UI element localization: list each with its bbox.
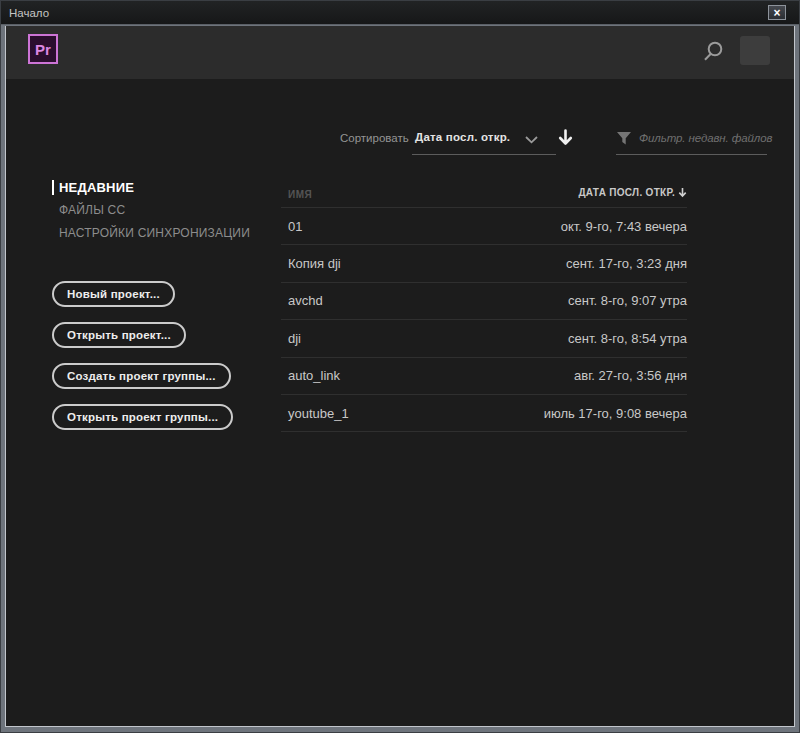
table-header: ИМЯ ДАТА ПОСЛ. ОТКР.: [281, 181, 687, 208]
close-button[interactable]: ×: [768, 5, 786, 20]
sort-dropdown-underline: [412, 154, 556, 155]
file-name: dji: [288, 331, 301, 346]
file-date: окт. 9-го, 7:43 вечера: [561, 219, 687, 234]
file-name: 01: [288, 219, 302, 234]
sort-dropdown[interactable]: Дата посл. откр.: [415, 131, 510, 143]
table-row[interactable]: 01 окт. 9-го, 7:43 вечера: [281, 208, 687, 245]
close-icon: ×: [773, 7, 780, 19]
project-button[interactable]: Создать проект группы...: [52, 363, 231, 389]
file-name: avchd: [288, 293, 323, 308]
column-header-date[interactable]: ДАТА ПОСЛ. ОТКР.: [578, 187, 687, 198]
search-icon[interactable]: [702, 40, 724, 64]
start-window: Начало × Pr Сортировать Дата посл. откр.: [0, 0, 800, 733]
sidebar-item[interactable]: НАСТРОЙКИ СИНХРОНИЗАЦИИ: [52, 222, 250, 245]
sidebar-nav: НЕДАВНИЕ ФАЙЛЫ CC НАСТРОЙКИ СИНХРОНИЗАЦИ…: [52, 176, 250, 245]
sort-arrow-down-icon: [678, 187, 687, 198]
recent-files-table: ИМЯ ДАТА ПОСЛ. ОТКР. 01 окт. 9-го, 7:43 …: [281, 181, 687, 432]
filter-input-underline: [616, 154, 767, 155]
project-button[interactable]: Открыть проект группы...: [52, 404, 233, 430]
chevron-down-icon[interactable]: [525, 136, 538, 144]
project-button[interactable]: Новый проект...: [52, 281, 175, 307]
window-content: Pr Сортировать Дата посл. откр. Фильтр. …: [5, 26, 795, 727]
filter-input[interactable]: Фильтр. недавн. файлов: [639, 132, 772, 144]
column-header-date-label: ДАТА ПОСЛ. ОТКР.: [578, 187, 675, 198]
premiere-logo-icon: Pr: [28, 34, 58, 64]
project-button[interactable]: Открыть проект...: [52, 322, 186, 348]
file-name: auto_link: [288, 368, 340, 383]
file-date: сент. 8-го, 9:07 утра: [568, 293, 687, 308]
app-header: Pr: [6, 26, 794, 79]
table-body: 01 окт. 9-го, 7:43 вечера Копия dji сент…: [281, 208, 687, 432]
table-row[interactable]: dji сент. 8-го, 8:54 утра: [281, 320, 687, 357]
sidebar-item[interactable]: НЕДАВНИЕ: [52, 176, 250, 199]
window-titlebar[interactable]: Начало ×: [1, 1, 799, 25]
table-row[interactable]: youtube_1 июль 17-го, 9:08 вечера: [281, 395, 687, 432]
table-row[interactable]: avchd сент. 8-го, 9:07 утра: [281, 283, 687, 320]
file-name: Копия dji: [288, 256, 341, 271]
avatar[interactable]: [740, 36, 770, 65]
logo-text: Pr: [35, 41, 51, 58]
file-date: июль 17-го, 9:08 вечера: [544, 406, 687, 421]
file-date: авг. 27-го, 3:56 дня: [574, 368, 687, 383]
window-frame: Pr Сортировать Дата посл. откр. Фильтр. …: [1, 25, 799, 732]
sort-direction-icon[interactable]: [557, 128, 574, 148]
file-date: сент. 8-го, 8:54 утра: [568, 331, 687, 346]
column-header-name[interactable]: ИМЯ: [288, 189, 312, 200]
sidebar-item[interactable]: ФАЙЛЫ CC: [52, 199, 250, 222]
sort-label: Сортировать: [340, 132, 409, 144]
table-row[interactable]: auto_link авг. 27-го, 3:56 дня: [281, 358, 687, 395]
window-title: Начало: [9, 7, 49, 19]
table-row[interactable]: Копия dji сент. 17-го, 3:23 дня: [281, 245, 687, 282]
filter-icon[interactable]: [616, 131, 632, 146]
file-date: сент. 17-го, 3:23 дня: [566, 256, 687, 271]
file-name: youtube_1: [288, 406, 349, 421]
sidebar-buttons: Новый проект... Открыть проект... Создат…: [52, 281, 233, 430]
